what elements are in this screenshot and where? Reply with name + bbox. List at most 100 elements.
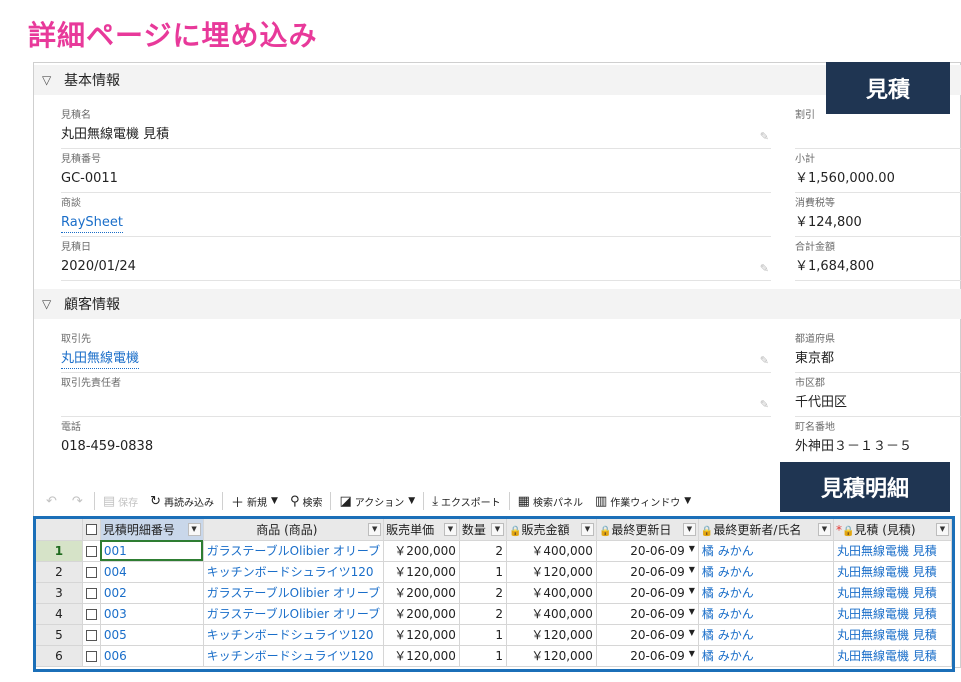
table-row[interactable]: 2 004 キッチンボードシュライツ120 ￥120,000 1 ￥120,000 20-0… xyxy=(36,561,952,583)
cell-quote[interactable]: 丸田無線電機 見積 xyxy=(833,645,952,667)
work-window-label: 作業ウィンドウ xyxy=(610,497,681,509)
cell-line-number[interactable]: 005 xyxy=(100,624,204,646)
cell-product[interactable]: ガラステーブルOlibier オリーブ xyxy=(203,540,385,562)
select-all-corner[interactable] xyxy=(36,519,83,541)
section-basic-header[interactable]: ▽ 基本情報 xyxy=(34,65,961,95)
cell-quote[interactable]: 丸田無線電機 見積 xyxy=(833,582,952,604)
cell-line-number[interactable]: 004 xyxy=(100,561,204,583)
field-value: ￥1,684,800 xyxy=(795,259,875,274)
row-checkbox[interactable] xyxy=(82,603,101,625)
table-row[interactable]: 1 001 ガラステーブルOlibier オリーブ ￥200,000 2 ￥400,000… xyxy=(36,540,952,562)
cell-last-modified-by[interactable]: 橘 みかん xyxy=(698,582,834,604)
row-number[interactable]: 3 xyxy=(36,582,83,604)
cell-unit-price[interactable]: ￥120,000 xyxy=(383,645,460,667)
field-contact: 取引先責任者 ✎ xyxy=(61,377,771,417)
field-label: 見積名 xyxy=(61,110,91,121)
pencil-icon[interactable]: ✎ xyxy=(760,398,769,411)
cell-unit-price[interactable]: ￥200,000 xyxy=(383,582,460,604)
cell-line-number[interactable]: 006 xyxy=(100,645,204,667)
cell-quantity[interactable]: 2 xyxy=(459,540,507,562)
search-panel-button[interactable]: ▦ 検索パネル xyxy=(512,491,589,511)
pencil-icon[interactable]: ✎ xyxy=(760,262,769,275)
save-button[interactable]: ▤ 保存 xyxy=(97,491,144,511)
table-row[interactable]: 3 002 ガラステーブルOlibier オリーブ ￥200,000 2 ￥400,000… xyxy=(36,582,952,604)
pencil-icon[interactable]: ✎ xyxy=(760,354,769,367)
page-title: 詳細ページに埋め込み xyxy=(28,19,318,52)
cell-quantity[interactable]: 1 xyxy=(459,561,507,583)
cell-unit-price[interactable]: ￥120,000 xyxy=(383,624,460,646)
cell-line-number[interactable]: 001 xyxy=(100,540,204,562)
cell-last-modified-by[interactable]: 橘 みかん xyxy=(698,540,834,562)
cell-line-number[interactable]: 002 xyxy=(100,582,204,604)
row-checkbox[interactable] xyxy=(82,561,101,583)
reload-button[interactable]: ↻ 再読み込み xyxy=(144,491,220,511)
cell-product[interactable]: ガラステーブルOlibier オリーブ xyxy=(203,582,385,604)
cell-quantity[interactable]: 1 xyxy=(459,645,507,667)
cell-unit-price[interactable]: ￥120,000 xyxy=(383,561,460,583)
row-number[interactable]: 4 xyxy=(36,603,83,625)
cell-product[interactable]: キッチンボードシュライツ120 xyxy=(203,645,385,667)
row-checkbox[interactable] xyxy=(82,624,101,646)
row-checkbox[interactable] xyxy=(82,540,101,562)
table-row[interactable]: 4 003 ガラステーブルOlibier オリーブ ￥200,000 2 ￥400,000… xyxy=(36,603,952,625)
cell-last-modified-date: 20-06-09 ▼ xyxy=(596,603,699,625)
field-label: 商談 xyxy=(61,198,81,209)
cell-last-modified-date: 20-06-09 ▼ xyxy=(596,582,699,604)
col-header-line-number[interactable]: 見積明細番号 ▼ xyxy=(100,519,204,541)
col-header-amount[interactable]: 🔒販売金額 ▼ xyxy=(506,519,597,541)
work-window-button[interactable]: ▥ 作業ウィンドウ ▼ xyxy=(589,491,697,511)
table-row[interactable]: 6 006 キッチンボードシュライツ120 ￥120,000 1 ￥120,000 20-0… xyxy=(36,645,952,667)
caret-down-icon: ▼ xyxy=(684,496,692,506)
row-number[interactable]: 1 xyxy=(36,540,83,562)
row-checkbox[interactable] xyxy=(82,582,101,604)
cell-quote[interactable]: 丸田無線電機 見積 xyxy=(833,624,952,646)
cell-quote[interactable]: 丸田無線電機 見積 xyxy=(833,603,952,625)
cell-unit-price[interactable]: ￥200,000 xyxy=(383,540,460,562)
account-link[interactable]: 丸田無線電機 xyxy=(61,351,140,369)
pencil-icon[interactable]: ✎ xyxy=(760,130,769,143)
row-checkbox[interactable] xyxy=(82,645,101,667)
search-button[interactable]: ⚲ 検索 xyxy=(284,491,329,511)
col-header-last-modified-by[interactable]: 🔒最終更新者/氏名 ▼ xyxy=(698,519,834,541)
search-panel-icon: ▦ xyxy=(517,493,530,509)
cell-product[interactable]: キッチンボードシュライツ120 xyxy=(203,624,385,646)
row-number[interactable]: 5 xyxy=(36,624,83,646)
cell-product[interactable]: ガラステーブルOlibier オリーブ xyxy=(203,603,385,625)
col-header-last-modified-date[interactable]: 🔒最終更新日 ▼ xyxy=(596,519,699,541)
cell-quote[interactable]: 丸田無線電機 見積 xyxy=(833,540,952,562)
table-row[interactable]: 5 005 キッチンボードシュライツ120 ￥120,000 1 ￥120,000 20-0… xyxy=(36,624,952,646)
cell-last-modified-date: 20-06-09 ▼ xyxy=(596,540,699,562)
select-all-checkbox[interactable] xyxy=(82,519,101,541)
cell-last-modified-by[interactable]: 橘 みかん xyxy=(698,561,834,583)
col-header-quote[interactable]: *🔒見積 (見積) ▼ xyxy=(833,519,952,541)
action-button[interactable]: ◪ アクション ▼ xyxy=(333,491,421,511)
new-button[interactable]: ＋新規 ▼ xyxy=(225,491,284,511)
export-button[interactable]: ⤓ エクスポート xyxy=(426,491,506,511)
search-label: 検索 xyxy=(302,497,323,509)
cell-quantity[interactable]: 2 xyxy=(459,603,507,625)
col-header-quantity[interactable]: 数量 ▼ xyxy=(459,519,507,541)
cell-product[interactable]: キッチンボードシュライツ120 xyxy=(203,561,385,583)
redo-button[interactable]: ↷ xyxy=(66,491,92,511)
field-value: 千代田区 xyxy=(795,395,848,410)
cell-last-modified-by[interactable]: 橘 みかん xyxy=(698,645,834,667)
cell-quantity[interactable]: 1 xyxy=(459,624,507,646)
cell-last-modified-by[interactable]: 橘 みかん xyxy=(698,603,834,625)
col-header-product[interactable]: 商品 (商品) ▼ xyxy=(203,519,385,541)
section-customer-header[interactable]: ▽ 顧客情報 xyxy=(34,289,961,319)
cell-last-modified-date: 20-06-09 ▼ xyxy=(596,561,699,583)
reload-label: 再読み込み xyxy=(164,497,215,509)
field-tax: 消費税等 ￥124,800 xyxy=(795,197,961,237)
row-number[interactable]: 2 xyxy=(36,561,83,583)
cell-last-modified-by[interactable]: 橘 みかん xyxy=(698,624,834,646)
undo-button[interactable]: ↶ xyxy=(40,491,66,511)
cell-quantity[interactable]: 2 xyxy=(459,582,507,604)
col-header-unit-price[interactable]: 販売単価 ▼ xyxy=(383,519,460,541)
opportunity-link[interactable]: RaySheet xyxy=(61,215,123,233)
cell-unit-price[interactable]: ￥200,000 xyxy=(383,603,460,625)
cell-quote[interactable]: 丸田無線電機 見積 xyxy=(833,561,952,583)
cell-line-number[interactable]: 003 xyxy=(100,603,204,625)
row-number[interactable]: 6 xyxy=(36,645,83,667)
plus-icon: ＋ xyxy=(231,495,245,511)
field-account: 取引先 丸田無線電機 ✎ xyxy=(61,333,771,373)
